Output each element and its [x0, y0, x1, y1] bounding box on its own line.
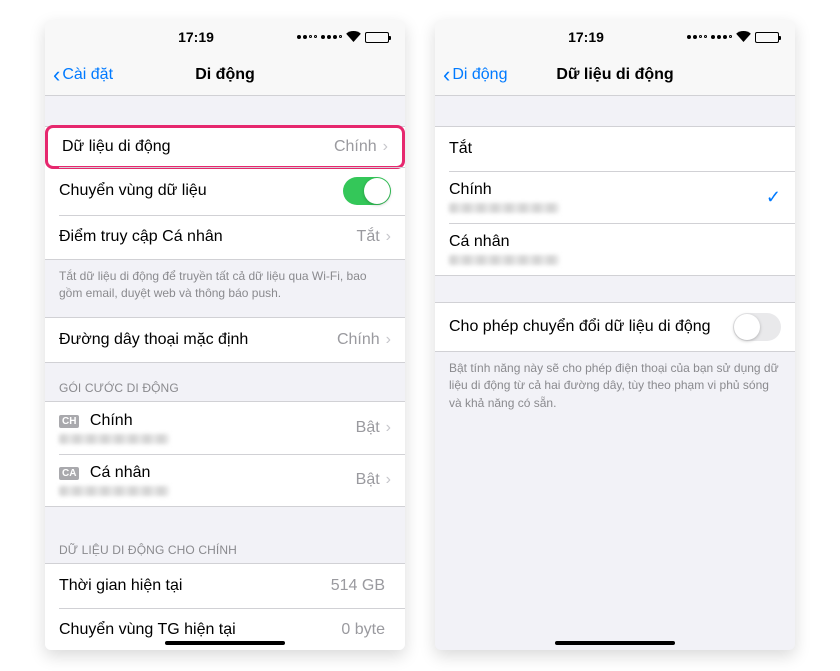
cell-data-roaming[interactable]: Chuyển vùng dữ liệu — [45, 167, 405, 215]
cell-value: Bật — [356, 471, 380, 489]
cell-label: Đường dây thoại mặc định — [59, 331, 337, 349]
cell-label: Chính — [449, 181, 766, 199]
chevron-right-icon: › — [386, 228, 391, 246]
cell-plan-personal[interactable]: CA Cá nhân Bật › — [45, 454, 405, 506]
home-indicator[interactable] — [165, 641, 285, 645]
section-header-plans: GÓI CƯỚC DI ĐỘNG — [45, 363, 405, 401]
cell-label: Cá nhân — [90, 464, 151, 481]
chevron-right-icon: › — [383, 138, 388, 156]
nav-title: Di động — [45, 66, 405, 84]
cellular-dots-icon — [711, 35, 732, 39]
cell-value: Tắt — [357, 228, 380, 246]
content: Dữ liệu di động Chính › Chuyển vùng dữ l… — [45, 96, 405, 650]
content: Tắt Chính ✓ Cá nhân Cho phép chuyển đổi … — [435, 96, 795, 650]
sim-badge-icon: CA — [59, 467, 79, 480]
toggle-data-switching[interactable] — [733, 313, 781, 341]
cell-label: Chính — [90, 412, 133, 429]
cell-plan-primary[interactable]: CH Chính Bật › — [45, 402, 405, 454]
cell-label: Cho phép chuyển đổi dữ liệu di động — [449, 318, 733, 336]
blurred-text — [449, 203, 559, 213]
phone-left: 17:19 ‹ Cài đặt Di động Dữ liệu di động … — [45, 20, 405, 650]
cell-value: Chính — [334, 138, 377, 156]
cell-value: Chính — [337, 331, 380, 349]
blurred-text — [59, 434, 169, 444]
cell-label: Dữ liệu di động — [62, 138, 334, 156]
blurred-text — [59, 486, 169, 496]
cellular-dots-icon — [321, 35, 342, 39]
cell-label: Cá nhân — [449, 233, 781, 251]
cell-option-off[interactable]: Tắt — [435, 127, 795, 171]
nav-bar: ‹ Cài đặt Di động — [45, 54, 405, 96]
cell-label: Thời gian hiện tại — [59, 577, 331, 595]
cell-value: 514 GB — [331, 577, 385, 595]
cell-value: Bật — [356, 419, 380, 437]
cell-personal-hotspot[interactable]: Điểm truy cập Cá nhân Tắt › — [45, 215, 405, 259]
cell-mobile-data[interactable]: Dữ liệu di động Chính › — [45, 125, 405, 169]
status-time: 17:19 — [45, 29, 297, 45]
cell-current-period[interactable]: Thời gian hiện tại 514 GB — [45, 564, 405, 608]
section-header-usage: DỮ LIỆU DI ĐỘNG CHO CHÍNH — [45, 507, 405, 563]
wifi-icon — [736, 29, 751, 45]
nav-bar: ‹ Di động Dữ liệu di động — [435, 54, 795, 96]
toggle-roaming[interactable] — [343, 177, 391, 205]
checkmark-icon: ✓ — [766, 187, 781, 208]
status-time: 17:19 — [435, 29, 687, 45]
status-icons — [687, 29, 779, 45]
cell-label: Chuyển vùng TG hiện tại — [59, 621, 341, 639]
battery-icon — [365, 32, 389, 43]
chevron-right-icon: › — [386, 331, 391, 349]
cell-label: Điểm truy cập Cá nhân — [59, 228, 357, 246]
cellular-dots-icon — [687, 35, 707, 39]
chevron-right-icon: › — [386, 471, 391, 489]
cellular-dots-icon — [297, 35, 317, 39]
status-icons — [297, 29, 389, 45]
cell-label: Tắt — [449, 140, 781, 158]
chevron-right-icon: › — [386, 419, 391, 437]
cell-label: Chuyển vùng dữ liệu — [59, 182, 343, 200]
battery-icon — [755, 32, 779, 43]
sim-badge-icon: CH — [59, 415, 79, 428]
blurred-text — [449, 255, 559, 265]
footer-text: Tắt dữ liệu di động để truyền tất cả dữ … — [45, 260, 405, 317]
phone-right: 17:19 ‹ Di động Dữ liệu di động Tắt Chín… — [435, 20, 795, 650]
cell-value: 0 byte — [341, 621, 385, 639]
home-indicator[interactable] — [555, 641, 675, 645]
cell-option-personal[interactable]: Cá nhân — [435, 223, 795, 275]
cell-default-voice-line[interactable]: Đường dây thoại mặc định Chính › — [45, 318, 405, 362]
cell-option-primary[interactable]: Chính ✓ — [435, 171, 795, 223]
wifi-icon — [346, 29, 361, 45]
status-bar: 17:19 — [45, 20, 405, 54]
cell-allow-data-switching[interactable]: Cho phép chuyển đổi dữ liệu di động — [435, 303, 795, 351]
status-bar: 17:19 — [435, 20, 795, 54]
nav-title: Dữ liệu di động — [435, 66, 795, 84]
footer-text: Bật tính năng này sẽ cho phép điện thoại… — [435, 352, 795, 426]
